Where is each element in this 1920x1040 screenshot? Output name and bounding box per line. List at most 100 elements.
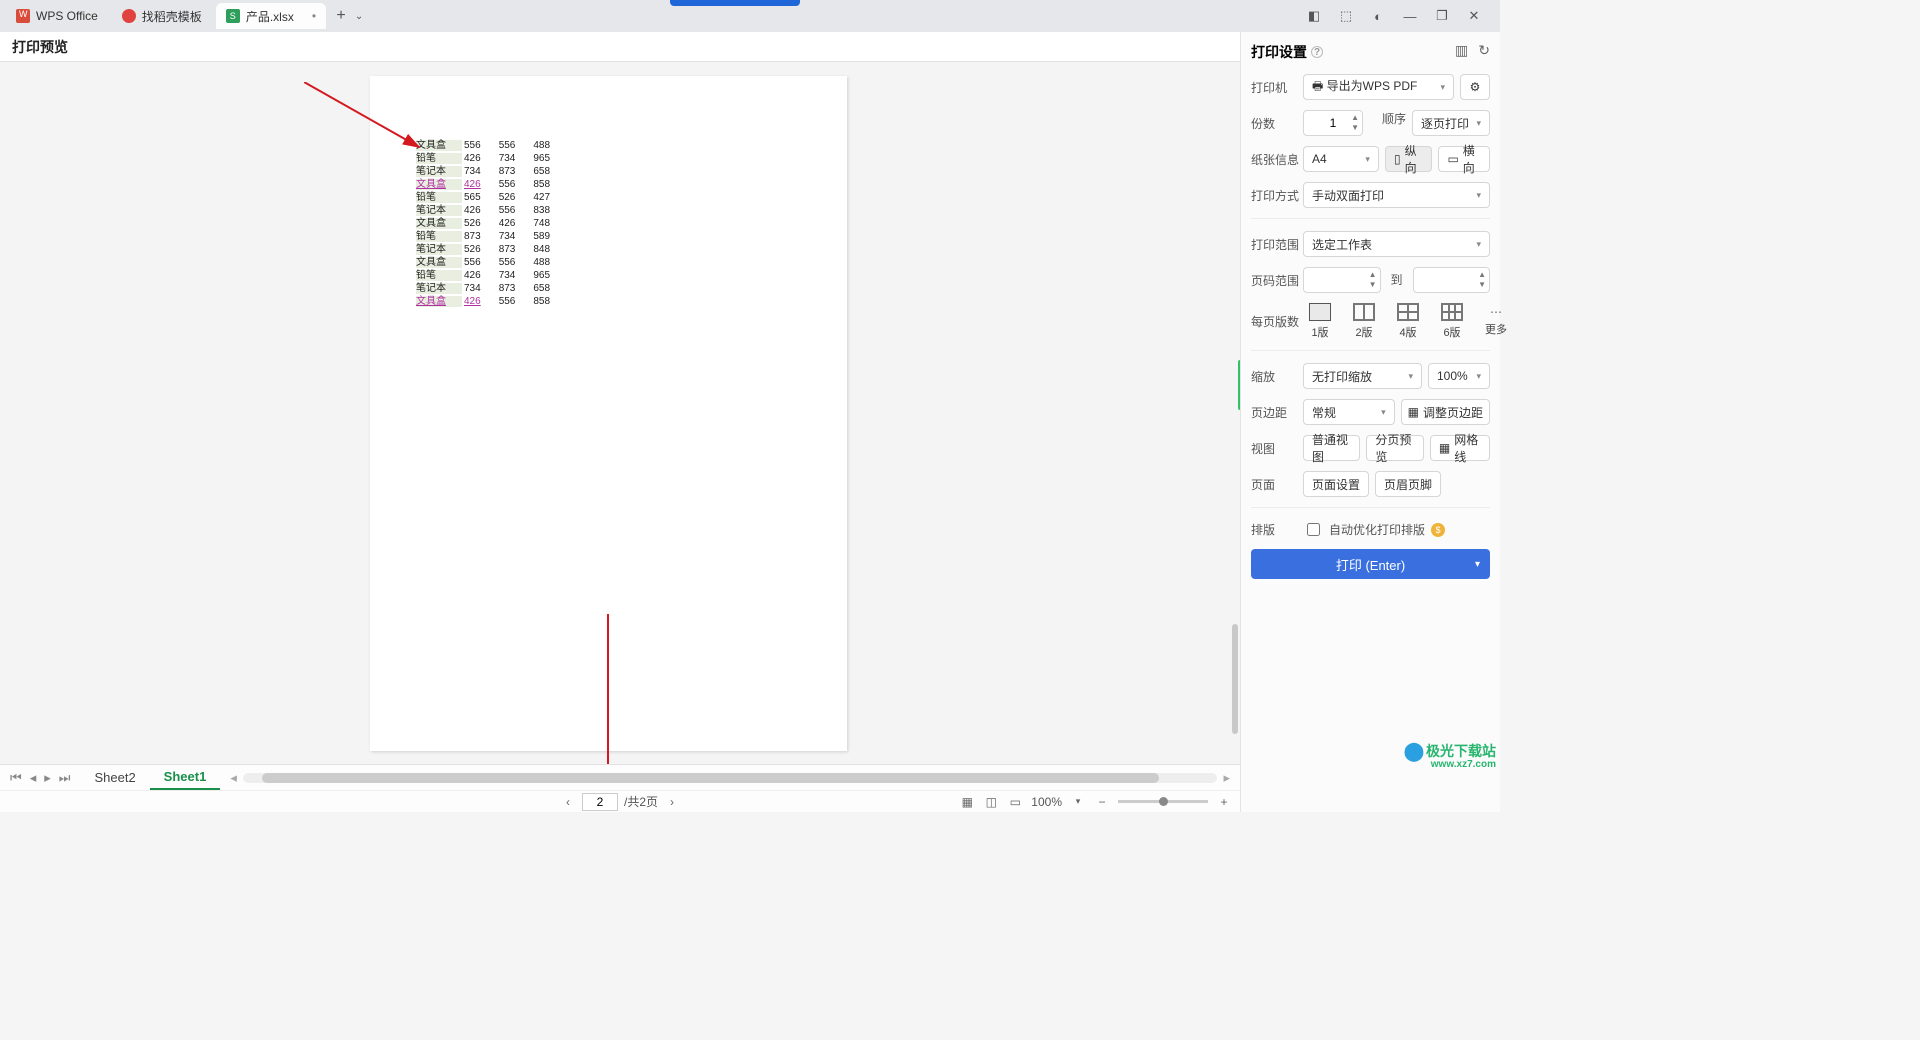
cube-icon[interactable]: ⬚ bbox=[1336, 8, 1356, 24]
tab-file-active[interactable]: S 产品.xlsx • bbox=[216, 3, 326, 29]
last-sheet-icon[interactable]: ⏭ bbox=[57, 770, 73, 786]
orientation-portrait-button[interactable]: ▯纵向 bbox=[1385, 146, 1433, 172]
close-icon[interactable]: • bbox=[312, 9, 316, 23]
view-break-button[interactable]: 分页预览 bbox=[1366, 435, 1423, 461]
preview-canvas: 文具盒556556488铅笔426734965笔记本734873658文具盒42… bbox=[0, 62, 1240, 764]
view-normal-button[interactable]: 普通视图 bbox=[1303, 435, 1360, 461]
total-pages-label: /共2页 bbox=[624, 793, 658, 810]
chevron-down-icon: ▾ bbox=[1476, 239, 1481, 250]
tab-label: 产品.xlsx bbox=[246, 8, 294, 25]
adjust-margin-button[interactable]: ▦调整页边距 bbox=[1401, 399, 1490, 425]
chevron-down-icon: ▾ bbox=[1476, 118, 1481, 129]
table-cell: 589 bbox=[533, 231, 566, 242]
auto-typeset-label: 自动优化打印排版 bbox=[1329, 521, 1425, 538]
spin-down-icon[interactable]: ▼ bbox=[1478, 281, 1486, 289]
spin-up-icon[interactable]: ▲ bbox=[1351, 114, 1359, 122]
prev-sheet-icon[interactable]: ◂ bbox=[28, 770, 39, 786]
panel-layout-icon[interactable]: ▥ bbox=[1455, 42, 1468, 59]
h-scroll-thumb[interactable] bbox=[262, 773, 1159, 783]
mode-select[interactable]: 手动双面打印▾ bbox=[1303, 182, 1490, 208]
row-page: 页面 页面设置 页眉页脚 bbox=[1251, 471, 1490, 497]
copies-input[interactable]: ▲▼ bbox=[1303, 110, 1363, 136]
view-grid-button[interactable]: ▦网格线 bbox=[1430, 435, 1490, 461]
page-title: 打印预览 bbox=[12, 37, 68, 57]
page-from-input[interactable]: ▲▼ bbox=[1303, 267, 1381, 293]
tab-label: WPS Office bbox=[36, 9, 98, 23]
zoom-in-icon[interactable]: + bbox=[1216, 795, 1232, 809]
scale-value: 无打印缩放 bbox=[1312, 368, 1372, 385]
layout-more-button[interactable]: ⋯更多 bbox=[1479, 303, 1513, 340]
row-layout: 每页版数 1版 2版 4版 6版 ⋯更多 bbox=[1251, 303, 1490, 340]
user-icon[interactable]: ◐ bbox=[1368, 9, 1388, 24]
page-to-input[interactable]: ▲▼ bbox=[1413, 267, 1491, 293]
vertical-scrollbar[interactable] bbox=[1232, 64, 1238, 762]
print-button[interactable]: 打印 (Enter)▾ bbox=[1251, 549, 1490, 579]
first-sheet-icon[interactable]: ⏮ bbox=[8, 770, 24, 786]
sheet-tab-sheet1[interactable]: Sheet1 bbox=[150, 765, 221, 790]
row-mode: 打印方式 手动双面打印▾ bbox=[1251, 182, 1490, 208]
spin-up-icon[interactable]: ▲ bbox=[1478, 271, 1486, 279]
copies-field[interactable] bbox=[1312, 115, 1354, 131]
xlsx-icon: S bbox=[226, 9, 240, 23]
table-cell: 426 bbox=[464, 296, 497, 307]
page-setup-button[interactable]: 页面设置 bbox=[1303, 471, 1369, 497]
zoom-slider-thumb[interactable] bbox=[1159, 797, 1168, 806]
table-row: 笔记本734873658 bbox=[416, 283, 566, 294]
scroll-left-icon[interactable]: ◂ bbox=[230, 770, 237, 786]
table-cell: 488 bbox=[533, 257, 566, 268]
panel-refresh-icon[interactable]: ↻ bbox=[1478, 42, 1490, 59]
layout-6-button[interactable]: 6版 bbox=[1435, 303, 1469, 340]
next-page-icon[interactable]: › bbox=[664, 795, 680, 809]
spin-down-icon[interactable]: ▼ bbox=[1369, 281, 1377, 289]
tab-menu-dropdown[interactable]: ⌄ bbox=[352, 11, 366, 22]
printer-select[interactable]: 🖶 导出为WPS PDF▾ bbox=[1303, 74, 1454, 100]
spin-down-icon[interactable]: ▼ bbox=[1351, 124, 1359, 132]
scroll-thumb[interactable] bbox=[1232, 624, 1238, 734]
view-mode-3-icon[interactable]: ▭ bbox=[1007, 795, 1023, 809]
scale-select[interactable]: 无打印缩放▾ bbox=[1303, 363, 1422, 389]
zoom-drop-icon[interactable]: ▾ bbox=[1070, 796, 1086, 807]
page-to-field[interactable] bbox=[1422, 272, 1482, 288]
table-cell: 488 bbox=[533, 140, 566, 151]
scroll-right-icon[interactable]: ▸ bbox=[1223, 770, 1230, 786]
layout-4-button[interactable]: 4版 bbox=[1391, 303, 1425, 340]
typeset-label: 排版 bbox=[1251, 521, 1303, 538]
prev-page-icon[interactable]: ‹ bbox=[560, 795, 576, 809]
auto-typeset-checkbox[interactable] bbox=[1307, 523, 1320, 536]
spin-up-icon[interactable]: ▲ bbox=[1369, 271, 1377, 279]
order-select[interactable]: 逐页打印▾ bbox=[1412, 110, 1490, 136]
new-tab-button[interactable]: + bbox=[330, 7, 352, 25]
layout-2-button[interactable]: 2版 bbox=[1347, 303, 1381, 340]
maximize-icon[interactable]: ❐ bbox=[1432, 8, 1452, 24]
orientation-landscape-button[interactable]: ▭横向 bbox=[1438, 146, 1490, 172]
wps-logo-icon bbox=[16, 9, 30, 23]
page-setup-label: 页面设置 bbox=[1312, 476, 1360, 493]
table-cell: 838 bbox=[533, 205, 566, 216]
header-footer-button[interactable]: 页眉页脚 bbox=[1375, 471, 1441, 497]
h-scrollbar[interactable] bbox=[243, 773, 1218, 783]
view-label: 视图 bbox=[1251, 440, 1303, 457]
zoom-out-icon[interactable]: − bbox=[1094, 795, 1110, 809]
current-page-input[interactable] bbox=[582, 793, 618, 811]
zoom-slider[interactable] bbox=[1118, 800, 1208, 803]
help-icon[interactable]: ? bbox=[1311, 46, 1323, 58]
mode-label: 打印方式 bbox=[1251, 187, 1303, 204]
chevron-down-icon[interactable]: ▾ bbox=[1475, 559, 1480, 570]
minimize-icon[interactable]: — bbox=[1400, 9, 1420, 24]
layout-1-button[interactable]: 1版 bbox=[1303, 303, 1337, 340]
tab-template[interactable]: 找稻壳模板 bbox=[112, 3, 212, 29]
table-cell: 748 bbox=[533, 218, 566, 229]
range-select[interactable]: 选定工作表▾ bbox=[1303, 231, 1490, 257]
scale-pct-select[interactable]: 100%▾ bbox=[1428, 363, 1490, 389]
view-mode-2-icon[interactable]: ◫ bbox=[983, 795, 999, 809]
sheet-tab-sheet2[interactable]: Sheet2 bbox=[80, 766, 149, 789]
page-from-field[interactable] bbox=[1312, 272, 1372, 288]
margin-select[interactable]: 常规▾ bbox=[1303, 399, 1395, 425]
paper-select[interactable]: A4▾ bbox=[1303, 146, 1379, 172]
layout-icon[interactable]: ◧ bbox=[1304, 8, 1324, 24]
tab-wps-office[interactable]: WPS Office bbox=[6, 3, 108, 29]
close-window-icon[interactable]: ✕ bbox=[1464, 8, 1484, 24]
next-sheet-icon[interactable]: ▸ bbox=[42, 770, 53, 786]
view-mode-1-icon[interactable]: ▦ bbox=[959, 795, 975, 809]
printer-settings-button[interactable]: ⚙ bbox=[1460, 74, 1490, 100]
